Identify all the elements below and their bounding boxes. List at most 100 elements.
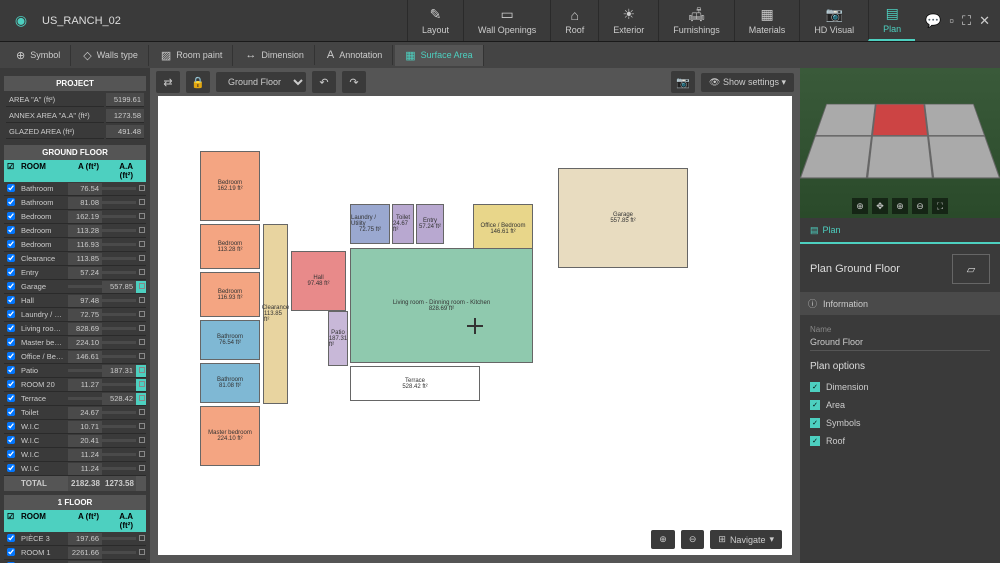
- room-checkbox[interactable]: [7, 436, 15, 444]
- room-row[interactable]: W.I.C10.71: [4, 420, 146, 434]
- sub-tab-surface-area[interactable]: ▦Surface Area: [395, 45, 483, 66]
- top-tab-layout[interactable]: ✎Layout: [407, 0, 463, 41]
- preview-compass-icon[interactable]: ⊕: [852, 198, 868, 214]
- room-row[interactable]: PIÈCE 3197.66: [4, 532, 146, 546]
- room-row[interactable]: W.I.C11.24: [4, 448, 146, 462]
- preview-zoom-out-icon[interactable]: ⊖: [912, 198, 928, 214]
- room-checkbox[interactable]: [7, 184, 15, 192]
- floorplan-room[interactable]: Patio187.31 ft²: [328, 311, 348, 366]
- checkbox-icon[interactable]: ✓: [810, 382, 820, 392]
- option-roof[interactable]: ✓Roof: [810, 432, 990, 450]
- close-icon[interactable]: ✕: [979, 13, 990, 29]
- floorplan-room[interactable]: Bedroom116.93 ft²: [200, 272, 260, 317]
- room-checkbox[interactable]: [7, 534, 15, 542]
- undo-icon[interactable]: ↶: [312, 71, 336, 93]
- top-tab-furnishings[interactable]: 🛋Furnishings: [658, 0, 734, 41]
- room-checkbox[interactable]: [7, 212, 15, 220]
- checkbox-icon[interactable]: ✓: [810, 400, 820, 410]
- floorplan-canvas[interactable]: Bedroom162.19 ft²Bedroom113.28 ft²Bedroo…: [158, 96, 792, 555]
- room-checkbox[interactable]: [7, 268, 15, 276]
- top-tab-plan[interactable]: ▤Plan: [868, 0, 915, 41]
- room-row[interactable]: Bathroom76.54: [4, 182, 146, 196]
- top-tab-exterior[interactable]: ☀Exterior: [598, 0, 658, 41]
- room-row[interactable]: Entry57.24: [4, 266, 146, 280]
- lock-icon[interactable]: 🔒: [186, 71, 210, 93]
- floorplan-room[interactable]: Entry57.24 ft²: [416, 204, 444, 244]
- camera-icon[interactable]: 📷: [671, 71, 695, 93]
- room-checkbox[interactable]: [7, 450, 15, 458]
- redo-icon[interactable]: ↷: [342, 71, 366, 93]
- room-checkbox[interactable]: [7, 282, 15, 290]
- room-row[interactable]: Bedroom116.93: [4, 238, 146, 252]
- room-checkbox[interactable]: [7, 324, 15, 332]
- room-row[interactable]: Terrace528.42: [4, 392, 146, 406]
- room-row[interactable]: Bedroom162.19: [4, 210, 146, 224]
- brand-logo[interactable]: ◉: [8, 8, 34, 34]
- option-area[interactable]: ✓Area: [810, 396, 990, 414]
- checkbox-icon[interactable]: ✓: [810, 436, 820, 446]
- fullscreen-icon[interactable]: ⛶: [962, 13, 971, 29]
- room-checkbox[interactable]: [7, 394, 15, 402]
- room-row[interactable]: ROOM 2011.27: [4, 378, 146, 392]
- zoom-out-icon[interactable]: ⊖: [681, 530, 705, 549]
- plan-tab[interactable]: ▤ Plan: [800, 218, 851, 242]
- floorplan-room[interactable]: Bathroom76.54 ft²: [200, 320, 260, 360]
- floorplan-room[interactable]: Living room - Dinning room - Kitchen828.…: [350, 248, 533, 363]
- room-row[interactable]: Hall97.48: [4, 294, 146, 308]
- floorplan-room[interactable]: Bathroom81.08 ft²: [200, 363, 260, 403]
- top-tab-materials[interactable]: ▦Materials: [734, 0, 800, 41]
- floorplan-room[interactable]: Garage557.85 ft²: [558, 168, 688, 268]
- preview-expand-icon[interactable]: ⛶: [932, 198, 948, 214]
- show-settings-button[interactable]: 👁 Show settings ▾: [701, 73, 794, 92]
- room-row[interactable]: Toilet24.67: [4, 406, 146, 420]
- room-checkbox[interactable]: [7, 352, 15, 360]
- room-checkbox[interactable]: [7, 408, 15, 416]
- info-bar[interactable]: ⓘ Information: [800, 292, 1000, 315]
- preview-move-icon[interactable]: ✥: [872, 198, 888, 214]
- shuffle-icon[interactable]: ⇄: [156, 71, 180, 93]
- plan-thumbnail-icon[interactable]: ▱: [952, 254, 990, 284]
- room-checkbox[interactable]: [7, 422, 15, 430]
- floorplan-room[interactable]: Toilet24.67 ft²: [392, 204, 414, 244]
- room-checkbox[interactable]: [7, 548, 15, 556]
- room-checkbox[interactable]: [7, 254, 15, 262]
- sub-tab-walls-type[interactable]: ◇Walls type: [73, 45, 149, 66]
- preview-3d[interactable]: ⊕ ✥ ⊕ ⊖ ⛶: [800, 68, 1000, 218]
- room-row[interactable]: Bedroom113.28: [4, 224, 146, 238]
- floorplan-room[interactable]: Hall97.48 ft²: [291, 251, 346, 311]
- room-row[interactable]: Bathroom81.08: [4, 196, 146, 210]
- room-checkbox[interactable]: [7, 226, 15, 234]
- preview-zoom-in-icon[interactable]: ⊕: [892, 198, 908, 214]
- room-row[interactable]: Office / Bedroom146.61: [4, 350, 146, 364]
- room-checkbox[interactable]: [7, 296, 15, 304]
- room-row[interactable]: Laundry / Utility72.75: [4, 308, 146, 322]
- room-checkbox[interactable]: [7, 240, 15, 248]
- room-row[interactable]: ROOM 12261.66: [4, 546, 146, 560]
- chat-icon[interactable]: 💬: [925, 13, 941, 29]
- room-row[interactable]: Garage557.85: [4, 280, 146, 294]
- room-checkbox[interactable]: [7, 310, 15, 318]
- room-row[interactable]: W.I.C20.41: [4, 434, 146, 448]
- floorplan-room[interactable]: Terrace528.42 ft²: [350, 366, 480, 401]
- navigate-button[interactable]: ⊞ Navigate ▾: [710, 530, 782, 549]
- sub-tab-room-paint[interactable]: ▨Room paint: [151, 45, 233, 66]
- checkbox-icon[interactable]: ✓: [810, 418, 820, 428]
- floorplan-room[interactable]: Bedroom162.19 ft²: [200, 151, 260, 221]
- top-tab-wall-openings[interactable]: ▭Wall Openings: [463, 0, 550, 41]
- floorplan-room[interactable]: Office / Bedroom146.61 ft²: [473, 204, 533, 254]
- top-tab-roof[interactable]: ⌂Roof: [550, 0, 598, 41]
- room-row[interactable]: W.I.C11.24: [4, 462, 146, 476]
- floorplan-room[interactable]: Laundry / Utility72.75 ft²: [350, 204, 390, 244]
- option-dimension[interactable]: ✓Dimension: [810, 378, 990, 396]
- zoom-in-icon[interactable]: ⊕: [651, 530, 675, 549]
- floorplan-room[interactable]: Bedroom113.28 ft²: [200, 224, 260, 269]
- sub-tab-dimension[interactable]: ↔Dimension: [235, 45, 315, 65]
- save-icon[interactable]: ▫: [949, 13, 954, 29]
- floorplan-room[interactable]: Clearance113.85 ft²: [263, 224, 288, 404]
- room-checkbox[interactable]: [7, 366, 15, 374]
- floorplan-room[interactable]: Master bedroom224.10 ft²: [200, 406, 260, 466]
- room-row[interactable]: Patio187.31: [4, 364, 146, 378]
- room-row[interactable]: Clearance113.85: [4, 252, 146, 266]
- room-row[interactable]: Master bedroom224.10: [4, 336, 146, 350]
- room-row[interactable]: Living room - Dinning room - Kitchen828.…: [4, 322, 146, 336]
